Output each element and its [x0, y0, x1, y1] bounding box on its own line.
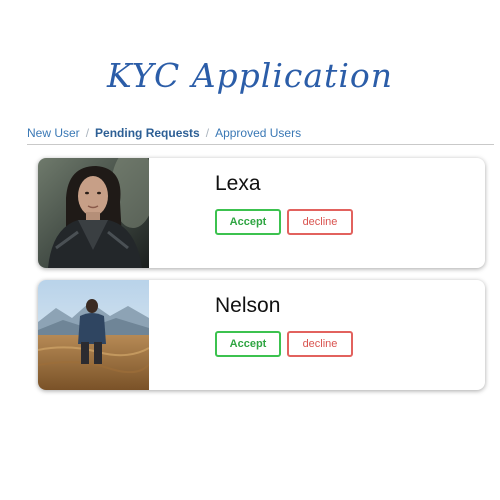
app-title: KYC Application [107, 56, 393, 95]
request-card: Lexa Accept decline [38, 158, 485, 268]
user-photo [38, 280, 149, 390]
header-divider [27, 144, 494, 145]
breadcrumb-separator: / [85, 126, 90, 140]
user-name: Lexa [215, 172, 261, 195]
breadcrumb-new-user[interactable]: New User [27, 126, 80, 140]
kyc-page: KYC Application New User / Pending Reque… [0, 0, 500, 500]
accept-button[interactable]: Accept [215, 331, 281, 357]
decline-button[interactable]: decline [287, 209, 353, 235]
accept-button[interactable]: Accept [215, 209, 281, 235]
breadcrumb-pending-requests[interactable]: Pending Requests [95, 126, 200, 140]
breadcrumb-separator: / [205, 126, 210, 140]
decline-button[interactable]: decline [287, 331, 353, 357]
request-card: Nelson Accept decline [38, 280, 485, 390]
user-photo [38, 158, 149, 268]
user-name: Nelson [215, 294, 281, 317]
breadcrumb-approved-users[interactable]: Approved Users [215, 126, 301, 140]
breadcrumb: New User / Pending Requests / Approved U… [27, 126, 301, 140]
